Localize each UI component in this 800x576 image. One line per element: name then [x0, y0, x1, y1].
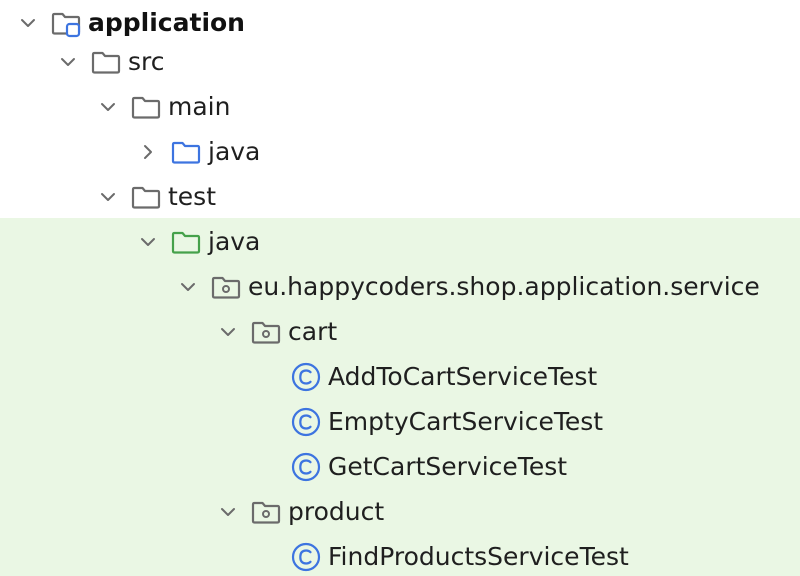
package-icon	[248, 309, 284, 354]
tree-item-label: eu.happycoders.shop.application.service	[248, 272, 760, 301]
tree-item-label: src	[128, 47, 165, 76]
tree-row[interactable]: FindProductsServiceTest	[0, 534, 800, 576]
chevron-down-icon[interactable]	[56, 39, 80, 84]
class-icon	[288, 444, 324, 489]
tree-row[interactable]: test	[0, 174, 800, 219]
chevron-down-icon[interactable]	[176, 264, 200, 309]
chevron-down-icon[interactable]	[136, 219, 160, 264]
tree-row[interactable]: AddToCartServiceTest	[0, 354, 800, 399]
chevron-down-icon[interactable]	[216, 489, 240, 534]
package-icon	[248, 489, 284, 534]
chevron-right-icon[interactable]	[136, 129, 160, 174]
tree-item-label: product	[288, 497, 385, 526]
tree-item-label: EmptyCartServiceTest	[328, 407, 604, 436]
tree-row[interactable]: main	[0, 84, 800, 129]
folder-icon	[128, 174, 164, 219]
class-icon	[288, 399, 324, 444]
tree-row[interactable]: src	[0, 39, 800, 84]
tree-row[interactable]: EmptyCartServiceTest	[0, 399, 800, 444]
tree-item-label: main	[168, 92, 231, 121]
tree-item-label: java	[208, 137, 261, 166]
test-root-folder-icon	[168, 219, 204, 264]
tree-row[interactable]: GetCartServiceTest	[0, 444, 800, 489]
tree-item-label: AddToCartServiceTest	[328, 362, 598, 391]
chevron-down-icon[interactable]	[96, 174, 120, 219]
tree-item-label: FindProductsServiceTest	[328, 542, 629, 571]
class-icon	[288, 354, 324, 399]
class-icon	[288, 534, 324, 576]
chevron-down-icon[interactable]	[216, 309, 240, 354]
chevron-down-icon[interactable]	[96, 84, 120, 129]
project-tree: application src main java test java eu.happyco…	[0, 0, 800, 576]
tree-row[interactable]: java	[0, 219, 800, 264]
tree-row[interactable]: product	[0, 489, 800, 534]
tree-item-label: test	[168, 182, 217, 211]
tree-item-label: GetCartServiceTest	[328, 452, 568, 481]
tree-item-label: java	[208, 227, 261, 256]
package-icon	[208, 264, 244, 309]
folder-icon	[128, 84, 164, 129]
tree-item-label: cart	[288, 317, 338, 346]
tree-row[interactable]: java	[0, 129, 800, 174]
folder-icon	[88, 39, 124, 84]
source-root-folder-icon	[168, 129, 204, 174]
tree-row[interactable]: cart	[0, 309, 800, 354]
tree-row[interactable]: eu.happycoders.shop.application.service	[0, 264, 800, 309]
